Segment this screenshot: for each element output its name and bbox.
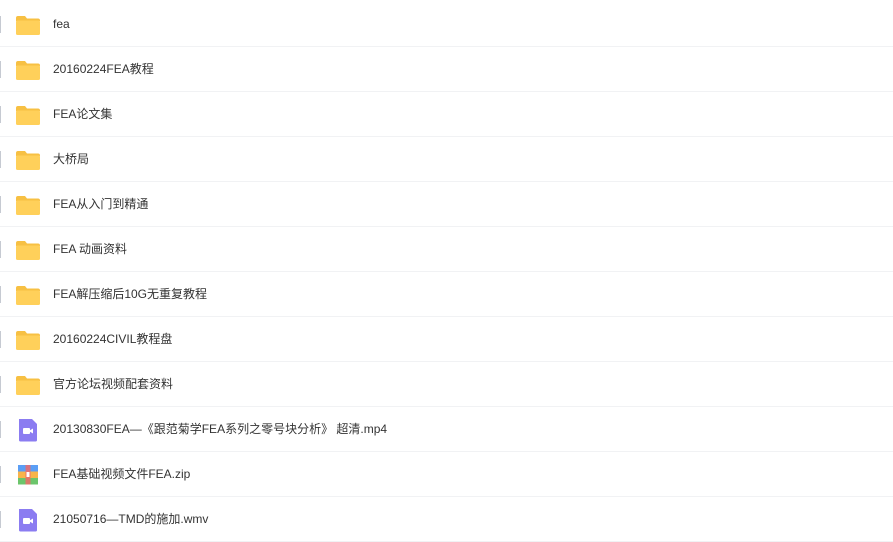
file-row[interactable]: FEA从入门到精通: [0, 182, 893, 227]
file-row[interactable]: FEA论文集: [0, 92, 893, 137]
file-row[interactable]: fea: [0, 2, 893, 47]
folder-icon: [15, 192, 41, 218]
video-file-icon: [15, 417, 41, 443]
folder-icon: [15, 147, 41, 173]
file-row[interactable]: 20160224CIVIL教程盘: [0, 317, 893, 362]
folder-icon: [15, 102, 41, 128]
folder-icon: [15, 12, 41, 38]
file-name[interactable]: FEA论文集: [53, 92, 112, 137]
file-row[interactable]: 21050716—TMD的施加.wmv: [0, 497, 893, 542]
file-row[interactable]: FEA 动画资料: [0, 227, 893, 272]
file-name[interactable]: FEA解压缩后10G无重复教程: [53, 272, 207, 317]
folder-icon: [15, 327, 41, 353]
file-name[interactable]: FEA从入门到精通: [53, 182, 148, 227]
folder-icon: [15, 372, 41, 398]
file-name[interactable]: 20160224CIVIL教程盘: [53, 317, 172, 362]
file-row[interactable]: FEA基础视频文件FEA.zip: [0, 452, 893, 497]
file-name[interactable]: fea: [53, 2, 70, 47]
video-file-icon: [15, 507, 41, 533]
file-row[interactable]: 官方论坛视频配套资料: [0, 362, 893, 407]
file-name[interactable]: 大桥局: [53, 137, 89, 182]
file-row[interactable]: 20130830FEA—《跟范菊学FEA系列之零号块分析》 超清.mp4: [0, 407, 893, 452]
file-name[interactable]: 官方论坛视频配套资料: [53, 362, 173, 407]
file-name[interactable]: FEA 动画资料: [53, 227, 127, 272]
file-name[interactable]: 20160224FEA教程: [53, 47, 154, 92]
folder-icon: [15, 237, 41, 263]
zip-file-icon: [15, 462, 41, 488]
file-row[interactable]: 大桥局: [0, 137, 893, 182]
file-name[interactable]: 20130830FEA—《跟范菊学FEA系列之零号块分析》 超清.mp4: [53, 407, 387, 452]
file-row[interactable]: 20160224FEA教程: [0, 47, 893, 92]
file-name[interactable]: FEA基础视频文件FEA.zip: [53, 452, 190, 497]
file-list: fea 20160224FEA教程 FEA论文集 大桥局 FEA从入门到精通 F…: [0, 0, 893, 542]
file-row[interactable]: FEA解压缩后10G无重复教程: [0, 272, 893, 317]
folder-icon: [15, 282, 41, 308]
folder-icon: [15, 57, 41, 83]
file-name[interactable]: 21050716—TMD的施加.wmv: [53, 497, 208, 542]
